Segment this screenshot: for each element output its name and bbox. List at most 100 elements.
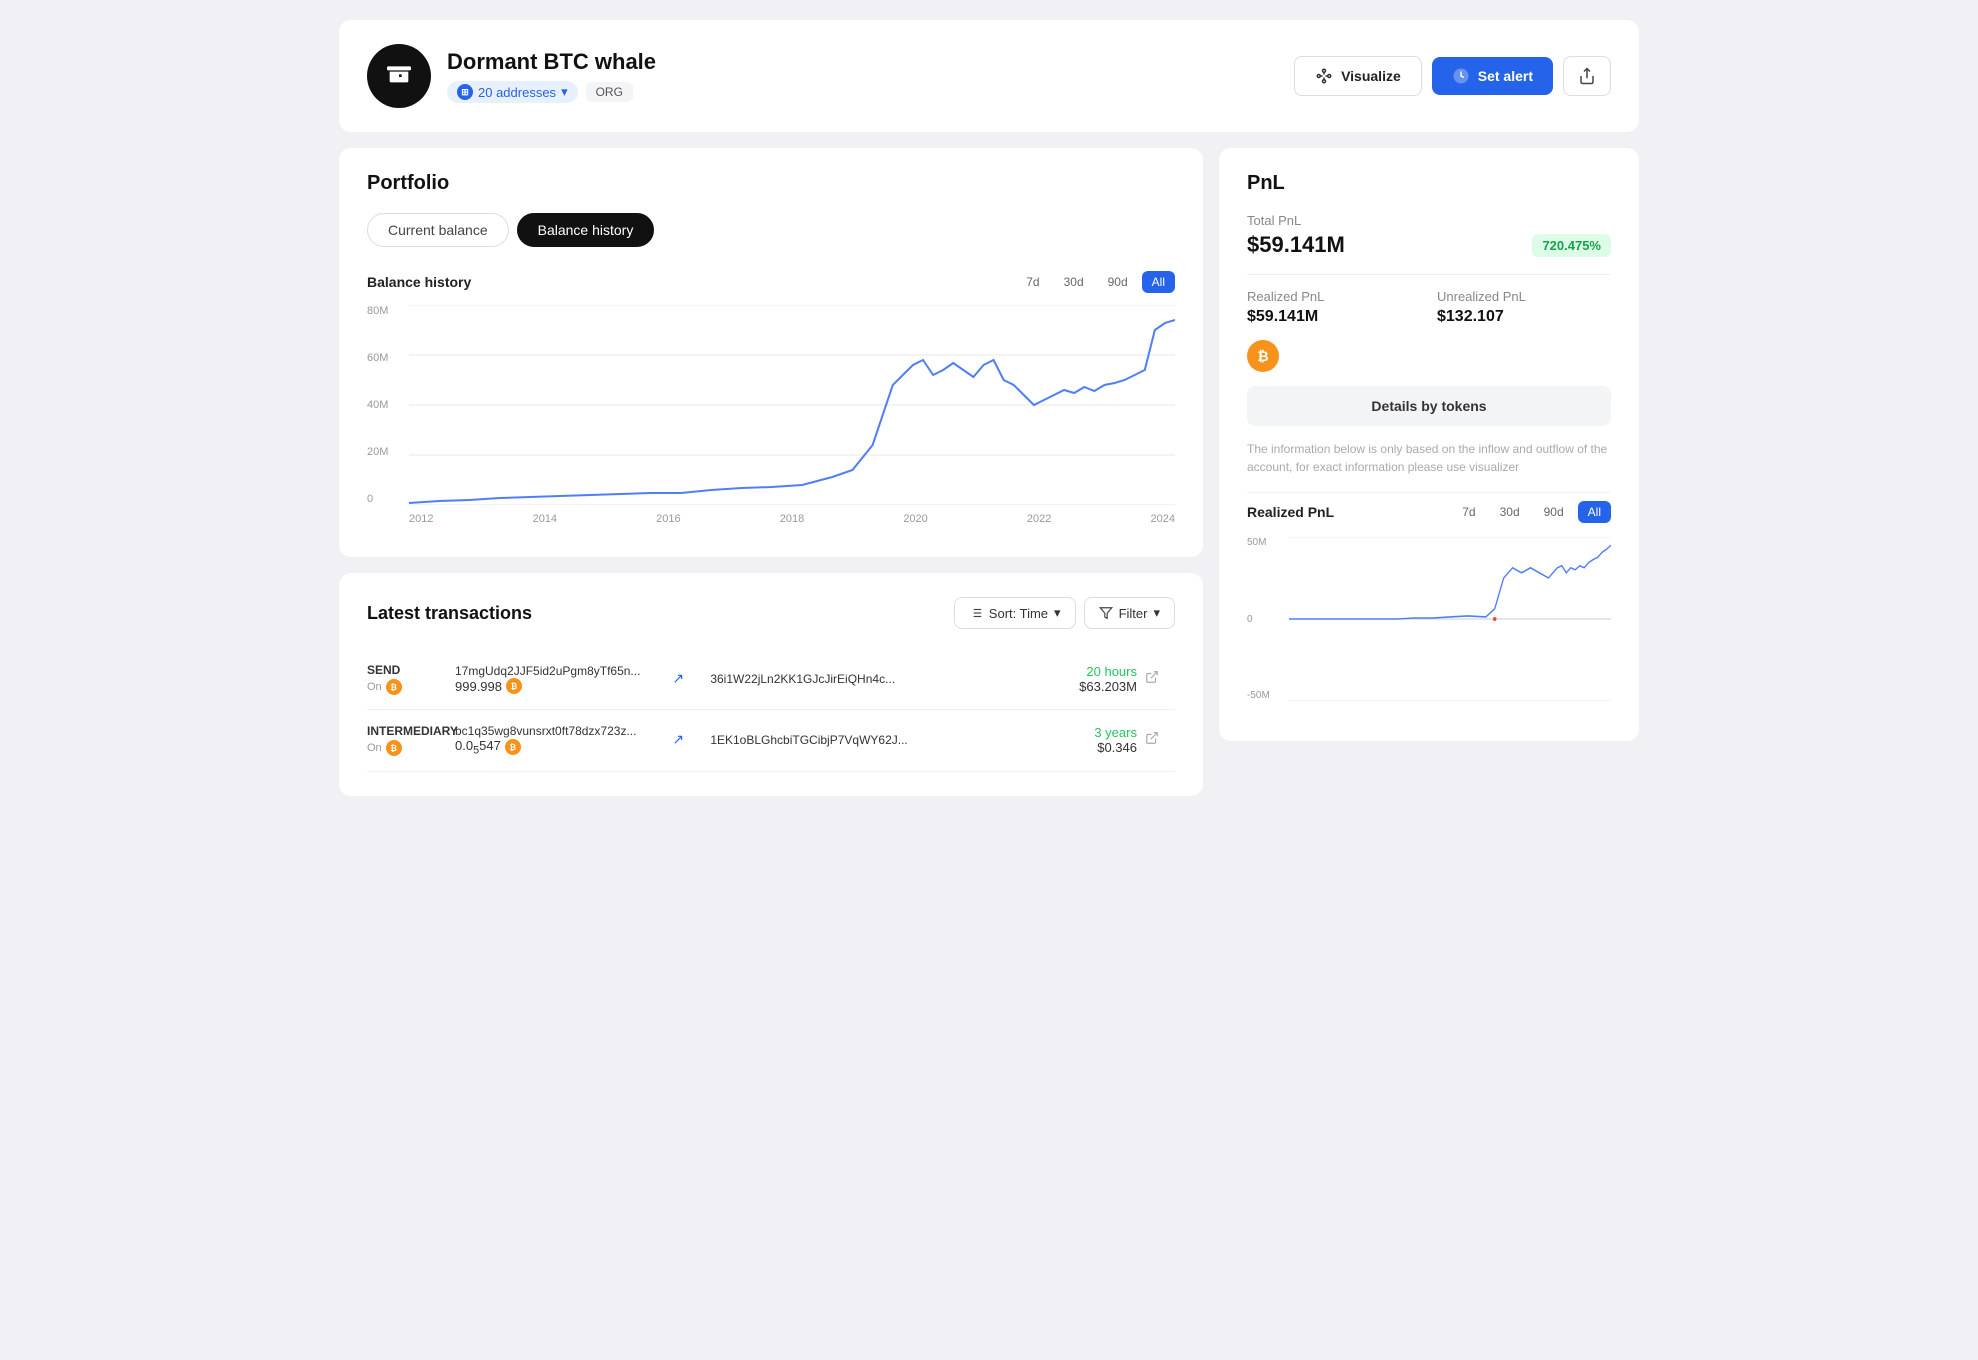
total-pnl-percent: 720.475% <box>1532 234 1611 257</box>
tx-type-col: SEND On ₿ <box>367 663 447 695</box>
chart-header: Balance history 7d 30d 90d All <box>367 271 1175 293</box>
header-card: Dormant BTC whale ⊞ 20 addresses ▾ ORG <box>339 20 1639 132</box>
filter-icon <box>1099 606 1113 620</box>
y-label-0: 0 <box>367 493 403 505</box>
tx-amount-col-1: 20 hours $63.203M <box>928 664 1137 694</box>
pnl-time-all[interactable]: All <box>1578 501 1611 523</box>
pnl-time-7d[interactable]: 7d <box>1452 501 1485 523</box>
sort-button[interactable]: Sort: Time ▾ <box>954 597 1076 629</box>
pnl-title: PnL <box>1247 172 1611 195</box>
portfolio-time-30d[interactable]: 30d <box>1054 271 1094 293</box>
set-alert-button[interactable]: Set alert <box>1432 57 1553 95</box>
y-label-50m: 50M <box>1247 537 1283 548</box>
portfolio-chart-svg-wrap <box>409 305 1175 505</box>
realized-pnl-label: Realized PnL <box>1247 289 1421 304</box>
realized-chart-y-labels: 50M 0 -50M <box>1247 537 1283 701</box>
pnl-note: The information below is only based on t… <box>1247 440 1611 476</box>
filter-button[interactable]: Filter ▾ <box>1084 597 1175 629</box>
page-title: Dormant BTC whale <box>447 49 656 75</box>
tab-current-balance[interactable]: Current balance <box>367 213 509 247</box>
details-by-tokens-button[interactable]: Details by tokens <box>1247 386 1611 426</box>
set-alert-label: Set alert <box>1478 68 1533 84</box>
tx-on-col-2: On ₿ <box>367 740 447 756</box>
tx-amount-col-2: 3 years $0.346 <box>928 725 1137 755</box>
portfolio-time-7d[interactable]: 7d <box>1016 271 1049 293</box>
tab-row: Current balance Balance history <box>367 213 1175 247</box>
sort-icon <box>969 606 983 620</box>
tx-usd-2: $0.346 <box>1097 740 1137 755</box>
tx-time-2: 3 years <box>1094 725 1137 740</box>
unrealized-pnl-value: $132.107 <box>1437 308 1611 326</box>
pnl-card: PnL Total PnL $59.141M 720.475% Realized… <box>1219 148 1639 741</box>
y-label-80m: 80M <box>367 305 403 317</box>
tx-header: Latest transactions Sort: Time ▾ <box>367 597 1175 629</box>
pnl-total-section: Total PnL $59.141M 720.475% <box>1247 213 1611 258</box>
pnl-divider <box>1247 492 1611 493</box>
realized-pnl-value: $59.141M <box>1247 308 1421 326</box>
y-label-60m: 60M <box>367 352 403 364</box>
external-link-icon-2 <box>1145 731 1159 745</box>
tx-type-send: SEND <box>367 663 447 677</box>
pnl-time-90d[interactable]: 90d <box>1534 501 1574 523</box>
realized-pnl-section: Realized PnL $59.141M <box>1247 289 1421 326</box>
y-label-40m: 40M <box>367 399 403 411</box>
btc-icon-amount-2: ₿ <box>505 739 521 755</box>
x-label-2020: 2020 <box>903 513 927 525</box>
chart-x-labels: 2012 2014 2016 2018 2020 2022 2024 <box>409 513 1175 525</box>
y-label-20m: 20M <box>367 446 403 458</box>
visualize-button[interactable]: Visualize <box>1294 56 1422 96</box>
btc-icon-intermediary: ₿ <box>386 740 402 756</box>
header-info: Dormant BTC whale ⊞ 20 addresses ▾ ORG <box>447 49 656 103</box>
whale-icon <box>383 57 415 96</box>
btc-token-icon: ₿ <box>1247 340 1279 372</box>
alert-icon <box>1452 67 1470 85</box>
btc-icon-amount-1: ₿ <box>506 678 522 694</box>
portfolio-chart-svg <box>409 305 1175 505</box>
tx-external-1[interactable] <box>1145 670 1175 689</box>
share-icon <box>1578 67 1596 85</box>
tx-title: Latest transactions <box>367 603 532 624</box>
sort-label: Sort: Time <box>989 606 1048 621</box>
tab-balance-history[interactable]: Balance history <box>517 213 655 247</box>
tx-external-2[interactable] <box>1145 731 1175 750</box>
realized-chart-header: Realized PnL 7d 30d 90d All <box>1247 501 1611 523</box>
share-button[interactable] <box>1563 56 1611 96</box>
sort-chevron-icon: ▾ <box>1054 605 1061 621</box>
visualize-icon <box>1315 67 1333 85</box>
x-label-2016: 2016 <box>656 513 680 525</box>
addresses-badge[interactable]: ⊞ 20 addresses ▾ <box>447 81 578 103</box>
filter-label: Filter <box>1119 606 1148 621</box>
pnl-time-filter-row: 7d 30d 90d All <box>1452 501 1611 523</box>
pnl-total-row: $59.141M 720.475% <box>1247 232 1611 258</box>
btc-icon-send: ₿ <box>386 679 402 695</box>
portfolio-time-90d[interactable]: 90d <box>1098 271 1138 293</box>
addresses-row: ⊞ 20 addresses ▾ ORG <box>447 81 656 103</box>
tx-on-col: On ₿ <box>367 679 447 695</box>
tx-from-addr-2: bc1q35wg8vunsrxt0ft78dzx723z... 0.05547 … <box>455 724 664 757</box>
x-label-2022: 2022 <box>1027 513 1051 525</box>
unrealized-pnl-label: Unrealized PnL <box>1437 289 1611 304</box>
main-layout: Portfolio Current balance Balance histor… <box>339 148 1639 796</box>
table-row: SEND On ₿ 17mgUdq2JJF5id2uPgm8yTf65n... … <box>367 649 1175 710</box>
realized-pnl-svg <box>1289 537 1611 701</box>
arrow-right-icon: ↗ <box>672 670 684 686</box>
y-label-0-pnl: 0 <box>1247 614 1283 625</box>
total-pnl-value: $59.141M <box>1247 232 1345 258</box>
header-actions: Visualize Set alert <box>1294 56 1611 96</box>
portfolio-time-all[interactable]: All <box>1142 271 1175 293</box>
unrealized-pnl-section: Unrealized PnL $132.107 <box>1437 289 1611 326</box>
total-pnl-label: Total PnL <box>1247 213 1611 228</box>
header-left: Dormant BTC whale ⊞ 20 addresses ▾ ORG <box>367 44 656 108</box>
external-link-icon <box>1145 670 1159 684</box>
pnl-sub-row: Realized PnL $59.141M Unrealized PnL $13… <box>1247 274 1611 326</box>
chevron-down-icon: ▾ <box>561 84 568 100</box>
tx-type-col-2: INTERMEDIARY On ₿ <box>367 724 447 756</box>
tx-to-addr-1: 36i1W22jLn2KK1GJcJirEiQHn4c... <box>710 672 919 686</box>
pnl-time-30d[interactable]: 30d <box>1490 501 1530 523</box>
y-label-neg50m: -50M <box>1247 690 1283 701</box>
portfolio-title: Portfolio <box>367 172 1175 195</box>
visualize-label: Visualize <box>1341 68 1401 84</box>
tx-type-intermediary: INTERMEDIARY <box>367 724 447 738</box>
tx-to-addr-2: 1EK1oBLGhcbiTGCibjP7VqWY62J... <box>710 733 919 747</box>
org-badge: ORG <box>586 82 633 102</box>
